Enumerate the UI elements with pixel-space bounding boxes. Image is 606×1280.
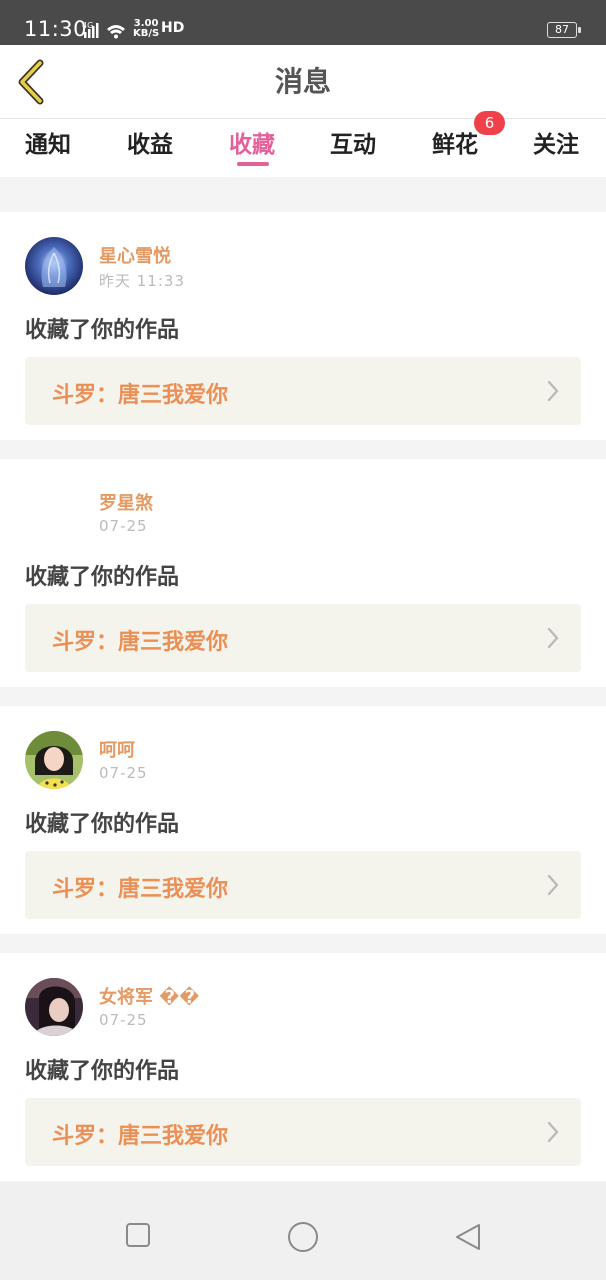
message-card: 星心雪悦 昨天 11:33 收藏了你的作品 斗罗：唐三我爱你 [0,212,606,440]
message-action: 收藏了你的作品 [25,812,180,837]
message-action: 收藏了你的作品 [25,318,180,343]
work-link[interactable]: 斗罗：唐三我爱你 [25,357,581,425]
active-tab-indicator [237,162,269,166]
chevron-right-icon [547,874,559,896]
chevron-right-icon [547,1121,559,1143]
tab-flowers[interactable]: 鲜花 [432,125,478,159]
username[interactable]: 呵呵 [99,736,135,762]
message-time: 昨天 11:33 [99,272,185,290]
chevron-right-icon [547,627,559,649]
network-speed: 3.00 KB/S [133,18,160,39]
work-title: 斗罗：唐三我爱你 [52,877,229,902]
battery-level: 87 [555,23,569,36]
username[interactable]: 罗星煞 [99,489,153,515]
work-link[interactable]: 斗罗：唐三我爱你 [25,851,581,919]
message-time: 07-25 [99,1011,148,1029]
work-title: 斗罗：唐三我爱你 [52,1124,229,1149]
status-time: 11:30 [24,17,88,41]
message-time: 07-25 [99,764,148,782]
flowers-badge: 6 [474,111,505,135]
username[interactable]: 星心雪悦 [99,242,171,268]
system-nav-bar [0,1182,606,1280]
cellular-signal-icon: 4G [82,21,125,39]
app-header: 消息 [0,45,606,119]
network-type: 4G [82,21,93,30]
work-title: 斗罗：唐三我爱你 [52,383,229,408]
message-card: 罗星煞 07-25 收藏了你的作品 斗罗：唐三我爱你 [0,459,606,687]
tab-notifications[interactable]: 通知 [25,125,71,159]
user-avatar[interactable] [25,731,83,789]
back-triangle-icon[interactable] [454,1222,482,1252]
page-title: 消息 [274,65,331,98]
work-link[interactable]: 斗罗：唐三我爱你 [25,1098,581,1166]
tab-interactions[interactable]: 互动 [330,125,376,159]
work-link[interactable]: 斗罗：唐三我爱你 [25,604,581,672]
user-avatar[interactable] [25,978,83,1036]
hd-indicator: HD [161,20,185,36]
status-bar: 11:30 4G 3.00 KB/S HD 87 [0,0,606,45]
tab-following[interactable]: 关注 [533,125,579,159]
chevron-right-icon [547,380,559,402]
username[interactable]: 女将军 �� [99,983,199,1009]
user-avatar[interactable] [25,237,83,295]
message-action: 收藏了你的作品 [25,565,180,590]
message-card: 女将军 �� 07-25 收藏了你的作品 斗罗：唐三我爱你 [0,953,606,1181]
work-title: 斗罗：唐三我爱你 [52,630,229,655]
tab-bar: 通知 收益 收藏 互动 鲜花 6 关注 [0,111,606,296]
message-card: 呵呵 07-25 收藏了你的作品 斗罗：唐三我爱你 [0,706,606,934]
message-time: 07-25 [99,517,148,535]
message-action: 收藏了你的作品 [25,1059,180,1084]
battery-icon: 87 [547,22,581,38]
recent-apps-icon[interactable] [125,1222,151,1248]
home-icon[interactable] [287,1221,319,1253]
tab-earnings[interactable]: 收益 [127,125,173,159]
tab-favorites[interactable]: 收藏 [229,125,275,159]
back-arrow-icon[interactable] [12,59,52,105]
